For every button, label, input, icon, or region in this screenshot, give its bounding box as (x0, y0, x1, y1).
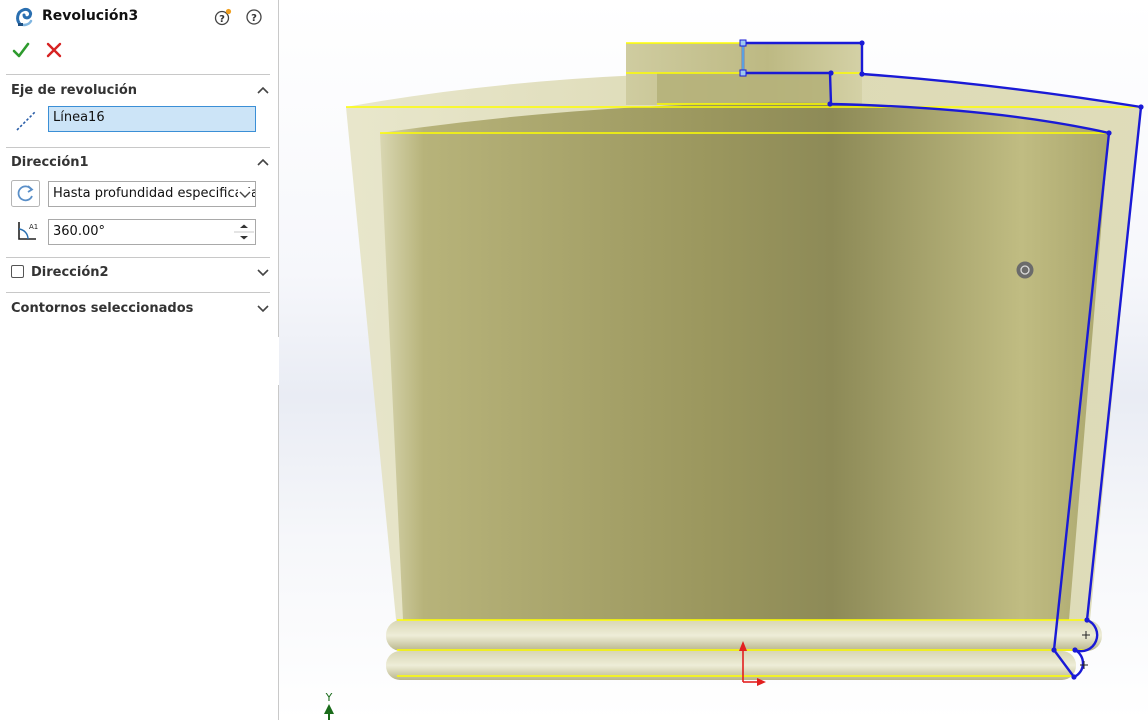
angle-spinner[interactable] (234, 221, 254, 243)
chevron-up-icon[interactable] (256, 157, 270, 167)
end-condition-select[interactable]: Hasta profundidad especificada (48, 181, 256, 207)
reverse-direction-icon[interactable] (11, 180, 40, 207)
svg-text:?: ? (251, 13, 257, 24)
reference-triad-icon: Y (324, 691, 334, 720)
axis-selection-box[interactable]: Línea16 (48, 106, 256, 132)
section-divider (6, 147, 270, 148)
sketch-endpoint-handle[interactable] (739, 69, 747, 77)
section-divider (6, 257, 270, 258)
checkmark-icon[interactable] (11, 40, 31, 60)
angle-input[interactable]: 360.00° (48, 219, 256, 245)
graphics-viewport[interactable]: Y (279, 0, 1148, 720)
ok-cancel-row (0, 38, 278, 64)
triad-y-label: Y (325, 691, 333, 704)
section-divider (6, 292, 270, 293)
svg-text:?: ? (219, 14, 225, 25)
angle-icon: A1 (18, 222, 38, 240)
rotation-center-icon[interactable] (1016, 261, 1034, 279)
model-preview[interactable]: Y (279, 0, 1148, 720)
chevron-down-icon[interactable] (238, 188, 252, 200)
revolve-feature-icon (16, 8, 33, 27)
end-condition-value: Hasta profundidad especificada (53, 186, 256, 201)
x-icon[interactable] (44, 40, 64, 60)
feature-title: Revolución3 (42, 8, 139, 24)
whats-new-help-icon[interactable]: ? (214, 8, 232, 26)
svg-text:A1: A1 (29, 223, 38, 231)
chevron-down-icon[interactable] (256, 303, 270, 313)
selected-contours-section-title[interactable]: Contornos seleccionados (11, 301, 193, 316)
chevron-up-icon[interactable] (256, 85, 270, 95)
direction2-checkbox[interactable] (11, 265, 24, 278)
direction1-section-title[interactable]: Dirección1 (11, 155, 89, 170)
top-cap-inner[interactable] (657, 73, 830, 105)
section-divider (6, 74, 270, 75)
direction2-section-title[interactable]: Dirección2 (31, 265, 109, 280)
axis-section-title[interactable]: Eje de revolución (11, 83, 137, 98)
main-body[interactable] (380, 102, 1109, 620)
property-manager-panel: Revolución3 ? ? Eje de revolución Línea1… (0, 0, 279, 720)
property-manager-header: Revolución3 ? ? (0, 0, 278, 34)
chevron-down-icon[interactable] (256, 267, 270, 277)
sketch-endpoint-handle[interactable] (739, 39, 747, 47)
help-icon[interactable]: ? (245, 8, 263, 26)
axis-line-icon (16, 111, 36, 131)
